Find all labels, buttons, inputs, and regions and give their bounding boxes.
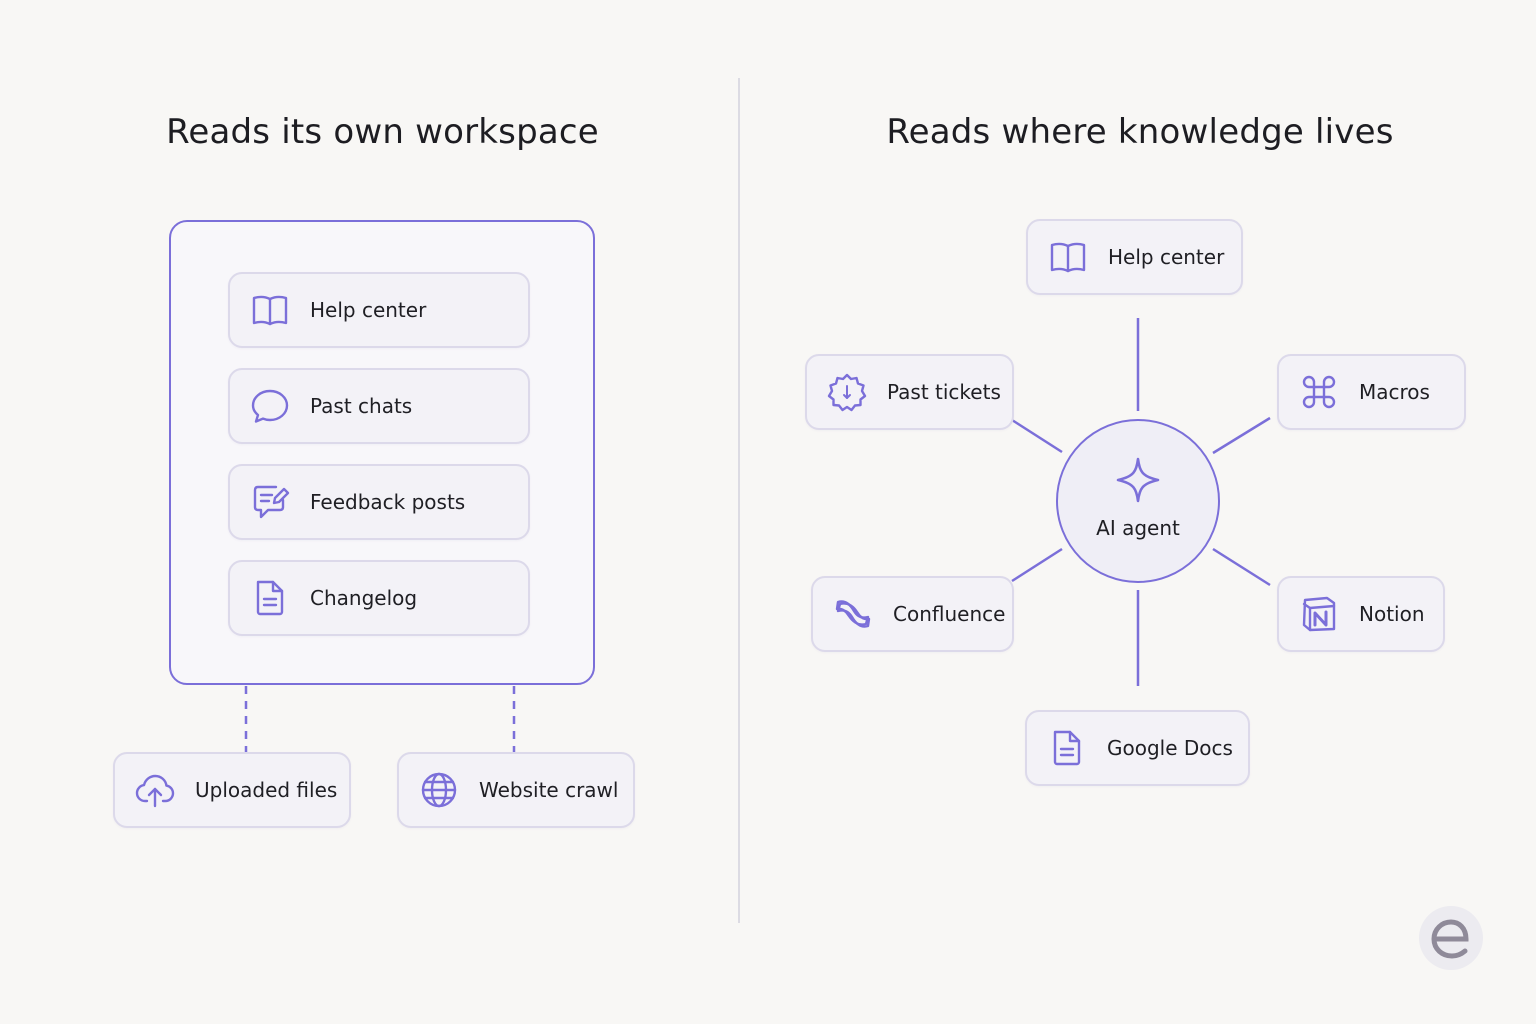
workspace-item-changelog[interactable]: Changelog [228, 560, 530, 636]
source-label: Notion [1359, 602, 1425, 626]
external-item-uploaded-files[interactable]: Uploaded files [113, 752, 351, 828]
external-item-website-crawl[interactable]: Website crawl [397, 752, 635, 828]
external-item-label: Uploaded files [195, 778, 338, 802]
left-panel-title: Reads its own workspace [166, 112, 599, 152]
source-macros[interactable]: Macros [1277, 354, 1466, 430]
document-icon [250, 578, 290, 618]
connector-notion [1212, 547, 1271, 587]
source-label: Confluence [893, 602, 1006, 626]
source-label: Google Docs [1107, 736, 1233, 760]
book-icon [250, 290, 290, 330]
external-item-label: Website crawl [479, 778, 619, 802]
workspace-item-past-chats[interactable]: Past chats [228, 368, 530, 444]
e-logo-icon [1419, 906, 1483, 970]
source-notion[interactable]: Notion [1277, 576, 1445, 652]
workspace-item-label: Changelog [310, 586, 418, 610]
workspace-item-help-center[interactable]: Help center [228, 272, 530, 348]
cloud-upload-icon [135, 770, 175, 810]
sparkle-icon [1116, 457, 1160, 503]
workspace-item-label: Help center [310, 298, 427, 322]
book-icon [1048, 237, 1088, 277]
right-panel-title: Reads where knowledge lives [886, 112, 1394, 152]
source-confluence[interactable]: Confluence [811, 576, 1014, 652]
workspace-item-feedback-posts[interactable]: Feedback posts [228, 464, 530, 540]
globe-icon [419, 770, 459, 810]
connector-past-tickets [1011, 418, 1063, 454]
connector-confluence [1011, 547, 1063, 583]
ai-agent-hub[interactable]: AI agent [1056, 419, 1220, 583]
notion-icon [1299, 594, 1339, 634]
feedback-icon [250, 482, 290, 522]
workspace-item-label: Feedback posts [310, 490, 466, 514]
confluence-icon [833, 594, 873, 634]
source-google-docs[interactable]: Google Docs [1025, 710, 1250, 786]
command-icon [1299, 372, 1339, 412]
source-past-tickets[interactable]: Past tickets [805, 354, 1014, 430]
source-label: Help center [1108, 245, 1225, 269]
chat-bubble-icon [250, 386, 290, 426]
panel-divider [738, 78, 740, 923]
ticket-badge-icon [827, 372, 867, 412]
ai-agent-label: AI agent [1096, 516, 1180, 540]
source-help-center[interactable]: Help center [1026, 219, 1243, 295]
document-icon [1047, 728, 1087, 768]
connector-macros [1212, 416, 1271, 455]
source-label: Past tickets [887, 380, 1001, 404]
workspace-item-label: Past chats [310, 394, 413, 418]
source-label: Macros [1359, 380, 1430, 404]
